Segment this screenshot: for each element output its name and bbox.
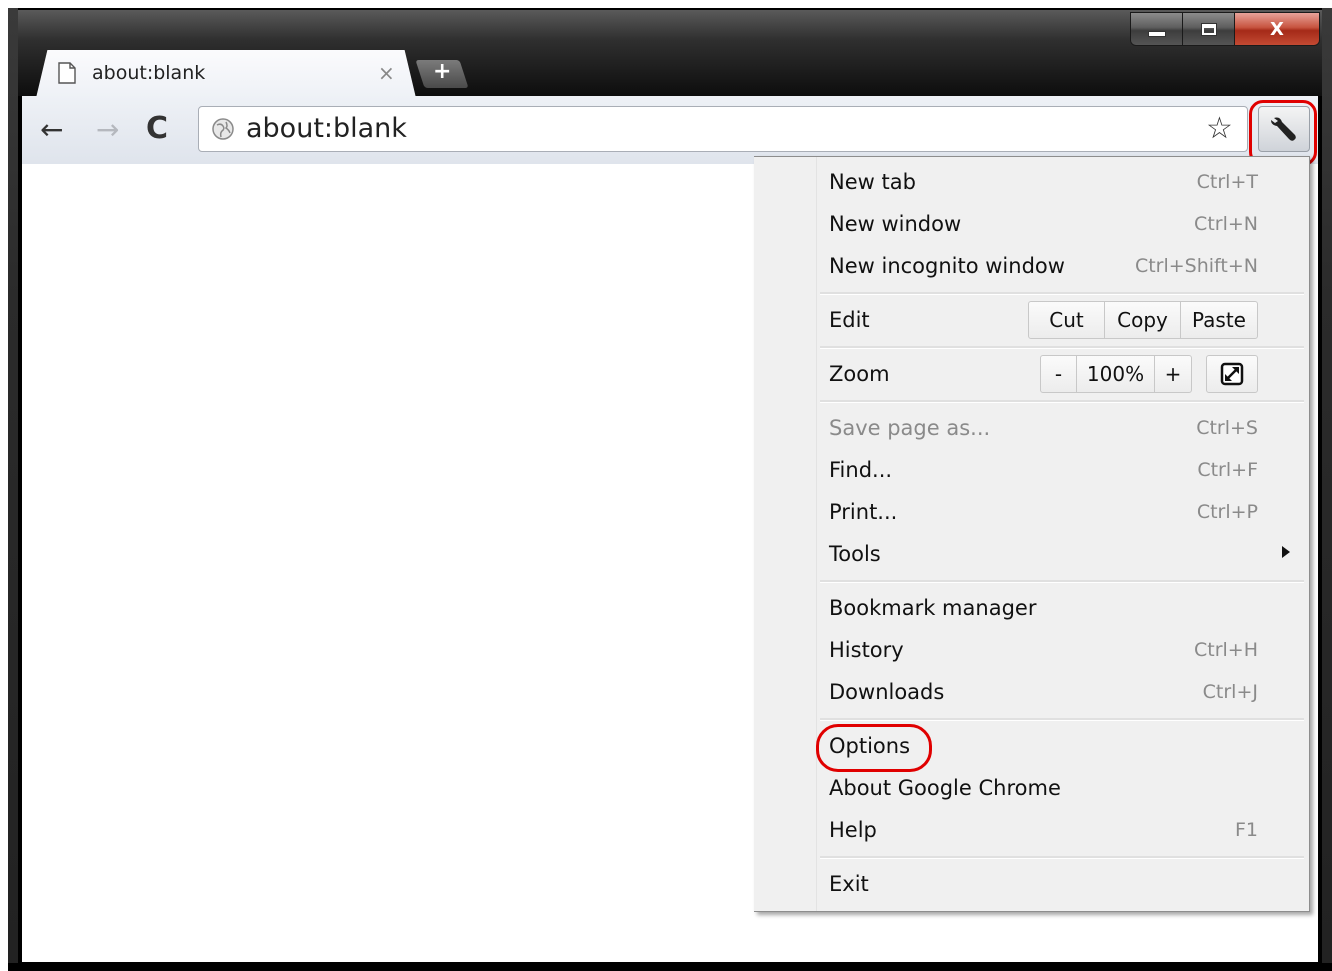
maximize-button[interactable] [1183, 13, 1235, 45]
menu-item-about[interactable]: About Google Chrome [829, 774, 1061, 802]
menu-item-history[interactable]: History [829, 636, 904, 664]
menu-item-save-page[interactable]: Save page as... [829, 414, 990, 442]
zoom-level: 100% [1077, 356, 1155, 392]
menu-item-print[interactable]: Print... [829, 498, 897, 526]
fullscreen-button[interactable] [1206, 355, 1258, 393]
paste-button[interactable]: Paste [1181, 302, 1257, 338]
menu-item-downloads[interactable]: Downloads [829, 678, 944, 706]
shortcut-help: F1 [1234, 819, 1258, 841]
minimize-icon [1147, 31, 1166, 37]
menu-gutter [754, 157, 817, 911]
tab-close-icon[interactable]: × [378, 60, 395, 86]
menu-item-find[interactable]: Find... [829, 456, 892, 484]
reload-icon[interactable]: C [146, 112, 168, 146]
star-icon[interactable]: ☆ [1206, 112, 1233, 146]
minimize-button[interactable] [1131, 13, 1183, 45]
menu-item-tools[interactable]: Tools [829, 540, 881, 568]
menu-separator [820, 292, 1304, 295]
window-border-right [1322, 8, 1332, 963]
plus-icon: + [433, 59, 452, 84]
menu-separator [820, 346, 1304, 349]
back-arrow-icon[interactable]: ← [40, 113, 63, 147]
forward-arrow-icon[interactable]: → [96, 113, 119, 147]
shortcut-downloads: Ctrl+J [1202, 681, 1258, 703]
menu-item-bookmark-manager[interactable]: Bookmark manager [829, 594, 1036, 622]
menu-item-edit: Edit [829, 308, 870, 332]
menu-item-new-tab[interactable]: New tab [829, 168, 916, 196]
annotation-circle-options [816, 724, 932, 772]
window-controls: X [1130, 12, 1320, 46]
close-icon: X [1270, 18, 1284, 40]
edit-buttons: Cut Copy Paste [1028, 301, 1258, 339]
shortcut-history: Ctrl+H [1193, 639, 1258, 661]
menu-separator [820, 580, 1304, 583]
maximize-icon [1200, 22, 1217, 36]
shortcut-new-tab: Ctrl+T [1196, 171, 1258, 193]
menu-item-new-incognito[interactable]: New incognito window [829, 252, 1065, 280]
page-icon [58, 62, 76, 84]
menu-item-exit[interactable]: Exit [829, 870, 869, 898]
zoom-in-button[interactable]: + [1155, 356, 1191, 392]
menu-separator [820, 856, 1304, 859]
shortcut-find: Ctrl+F [1197, 459, 1258, 481]
tab-title: about:blank [92, 62, 206, 84]
menu-separator [820, 718, 1304, 721]
menu-item-new-window[interactable]: New window [829, 210, 961, 238]
shortcut-new-incognito: Ctrl+Shift+N [1134, 255, 1258, 277]
close-window-button[interactable]: X [1235, 13, 1319, 45]
shortcut-new-window: Ctrl+N [1194, 213, 1258, 235]
shortcut-print: Ctrl+P [1196, 501, 1258, 523]
window-border-left [8, 8, 18, 963]
menu-separator [820, 400, 1304, 403]
menu-item-zoom: Zoom [829, 362, 890, 386]
submenu-arrow-icon [1282, 546, 1290, 558]
zoom-controls: - 100% + [1040, 355, 1192, 393]
menu-item-help[interactable]: Help [829, 816, 877, 844]
shortcut-save-page: Ctrl+S [1196, 417, 1258, 439]
cut-button[interactable]: Cut [1029, 302, 1105, 338]
fullscreen-icon [1220, 362, 1244, 386]
globe-icon [212, 118, 234, 140]
copy-button[interactable]: Copy [1105, 302, 1181, 338]
zoom-out-button[interactable]: - [1041, 356, 1077, 392]
url-text[interactable]: about:blank [246, 112, 407, 146]
